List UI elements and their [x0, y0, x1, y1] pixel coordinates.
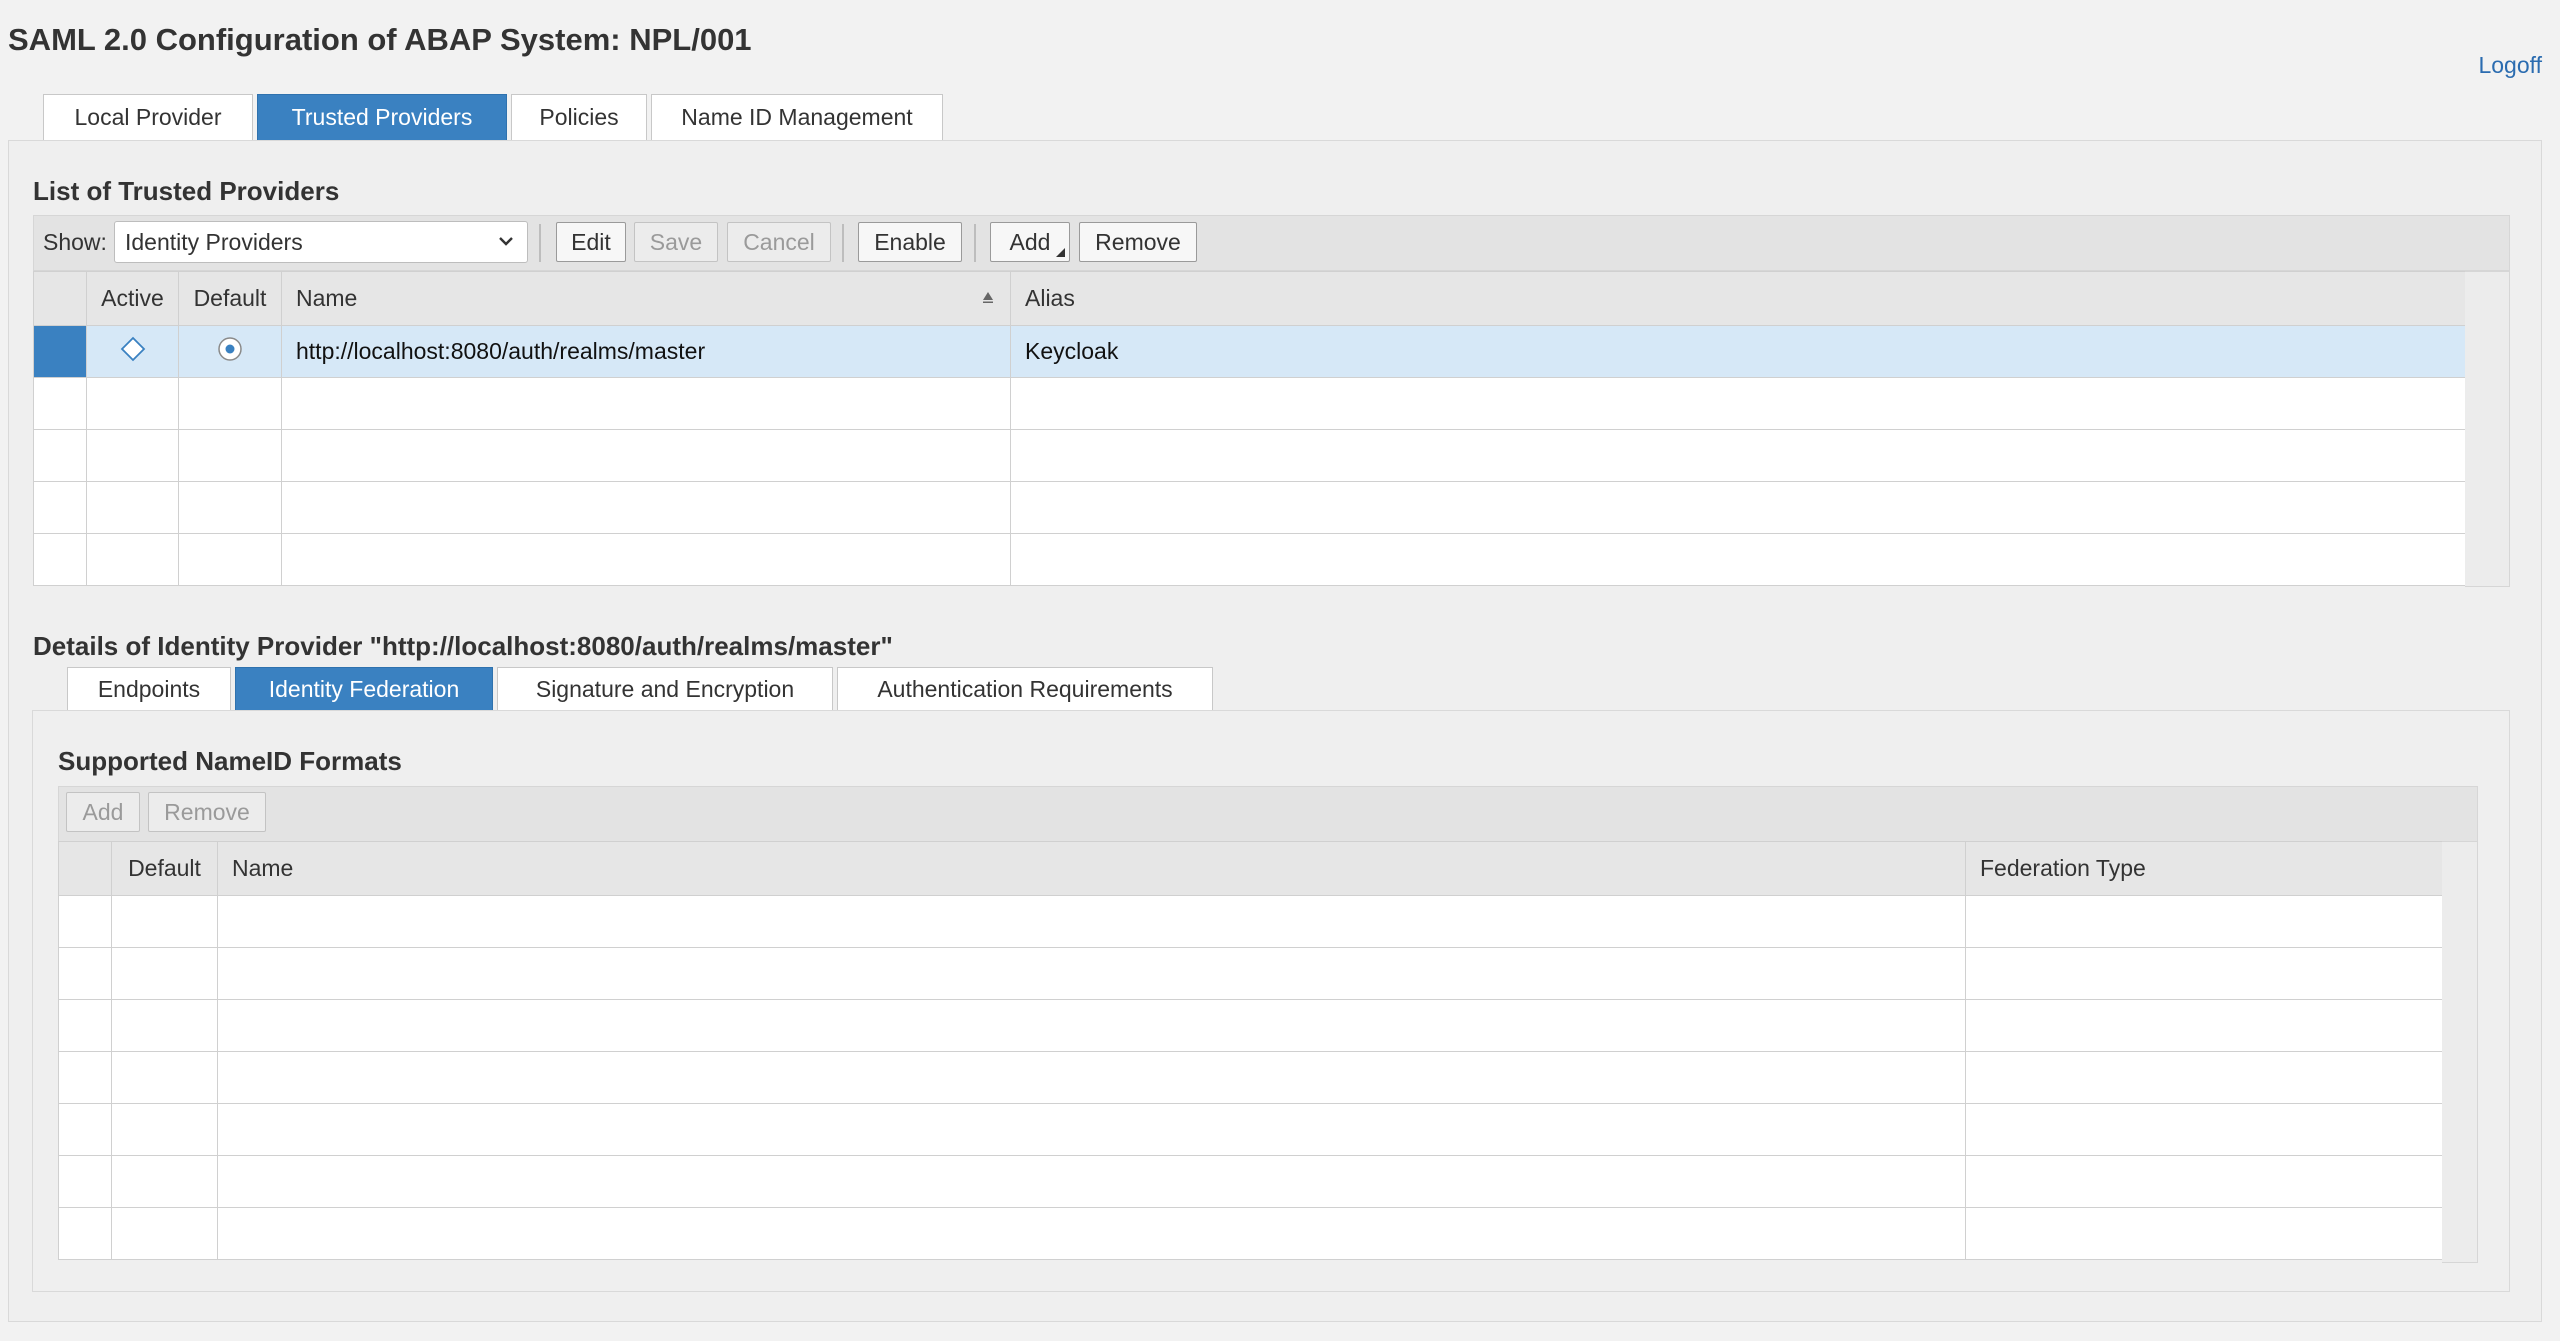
- active-cell: [86, 325, 179, 378]
- edit-button[interactable]: Edit: [556, 222, 626, 262]
- logoff-link[interactable]: Logoff: [2478, 52, 2542, 79]
- nameid-formats-title: Supported NameID Formats: [58, 746, 402, 776]
- column-header-name[interactable]: Name: [217, 841, 1966, 896]
- provider-alias-cell: Keycloak: [1010, 325, 2466, 378]
- remove-button[interactable]: Remove: [1079, 222, 1197, 262]
- table-header-row: Default Name Federation Type: [58, 841, 2443, 896]
- show-select-value: Identity Providers: [125, 228, 303, 255]
- row-selector[interactable]: [33, 377, 87, 430]
- row-selector[interactable]: [58, 1051, 112, 1104]
- details-title: Details of Identity Provider "http://loc…: [33, 631, 893, 661]
- table-row[interactable]: [33, 533, 2466, 586]
- show-label: Show:: [43, 229, 107, 255]
- toolbar-separator: [842, 224, 844, 262]
- nameid-add-button[interactable]: Add: [66, 792, 140, 832]
- table-row[interactable]: [58, 1051, 2443, 1104]
- enable-button[interactable]: Enable: [858, 222, 962, 262]
- tab-endpoints[interactable]: Endpoints: [67, 667, 231, 711]
- row-selector[interactable]: [58, 1103, 112, 1156]
- nameid-toolbar: [58, 786, 2478, 842]
- show-select[interactable]: Identity Providers: [114, 221, 528, 263]
- tab-identity-federation[interactable]: Identity Federation: [235, 667, 493, 711]
- row-selector[interactable]: [33, 533, 87, 586]
- tab-signature-encryption[interactable]: Signature and Encryption: [497, 667, 833, 711]
- tab-name-id-management[interactable]: Name ID Management: [651, 94, 943, 140]
- column-header-name-label: Name: [296, 285, 358, 311]
- column-header-default[interactable]: Default: [178, 271, 282, 326]
- row-selector[interactable]: [58, 1207, 112, 1260]
- table-row[interactable]: [58, 1155, 2443, 1208]
- cancel-button[interactable]: Cancel: [727, 222, 831, 262]
- table-row[interactable]: [58, 947, 2443, 1000]
- row-selector[interactable]: [58, 895, 112, 948]
- toolbar-separator: [974, 224, 976, 262]
- table-row[interactable]: [58, 999, 2443, 1052]
- column-header-federation-type[interactable]: Federation Type: [1965, 841, 2443, 896]
- row-selector[interactable]: [58, 947, 112, 1000]
- tab-local-provider[interactable]: Local Provider: [43, 94, 253, 140]
- vertical-scrollbar[interactable]: [2465, 271, 2510, 587]
- trusted-providers-table: Active Default Name Alias http://localho…: [33, 271, 2466, 586]
- table-row[interactable]: [58, 1207, 2443, 1260]
- trusted-list-title: List of Trusted Providers: [33, 176, 340, 206]
- column-header-name[interactable]: Name: [281, 271, 1011, 326]
- vertical-scrollbar[interactable]: [2442, 841, 2478, 1263]
- chevron-down-icon: [499, 237, 513, 246]
- row-selector[interactable]: [58, 1155, 112, 1208]
- toolbar-separator: [539, 224, 541, 262]
- page-title: SAML 2.0 Configuration of ABAP System: N…: [8, 22, 752, 57]
- nameid-remove-button[interactable]: Remove: [148, 792, 266, 832]
- row-selector[interactable]: [58, 999, 112, 1052]
- row-selector[interactable]: [33, 429, 87, 482]
- add-menu-button[interactable]: Add: [990, 222, 1070, 262]
- table-header-row: Active Default Name Alias: [33, 271, 2466, 326]
- row-selector-header[interactable]: [58, 841, 112, 896]
- tab-authentication-requirements[interactable]: Authentication Requirements: [837, 667, 1213, 711]
- details-tab-bar: Endpoints Identity Federation Signature …: [67, 667, 1213, 711]
- column-header-default[interactable]: Default: [111, 841, 218, 896]
- menu-triangle-icon: [1056, 248, 1065, 257]
- column-header-active[interactable]: Active: [86, 271, 179, 326]
- default-radio-icon[interactable]: [216, 335, 244, 363]
- table-row[interactable]: http://localhost:8080/auth/realms/master…: [33, 325, 2466, 378]
- nameid-formats-table: Default Name Federation Type: [58, 841, 2443, 1260]
- tab-trusted-providers[interactable]: Trusted Providers: [257, 94, 507, 140]
- row-selector-header[interactable]: [33, 271, 87, 326]
- sort-ascending-icon[interactable]: [980, 289, 996, 305]
- table-row[interactable]: [58, 895, 2443, 948]
- table-row[interactable]: [33, 481, 2466, 534]
- provider-name-cell: http://localhost:8080/auth/realms/master: [281, 325, 1011, 378]
- default-cell[interactable]: [178, 325, 282, 378]
- row-selector[interactable]: [33, 325, 87, 378]
- row-selector[interactable]: [33, 481, 87, 534]
- column-header-alias[interactable]: Alias: [1010, 271, 2466, 326]
- table-row[interactable]: [33, 429, 2466, 482]
- main-tab-bar: Local Provider Trusted Providers Policie…: [43, 94, 943, 140]
- inactive-diamond-icon: [120, 336, 145, 361]
- table-row[interactable]: [58, 1103, 2443, 1156]
- save-button[interactable]: Save: [634, 222, 718, 262]
- table-row[interactable]: [33, 377, 2466, 430]
- tab-policies[interactable]: Policies: [511, 94, 647, 140]
- add-button-label: Add: [1009, 228, 1051, 255]
